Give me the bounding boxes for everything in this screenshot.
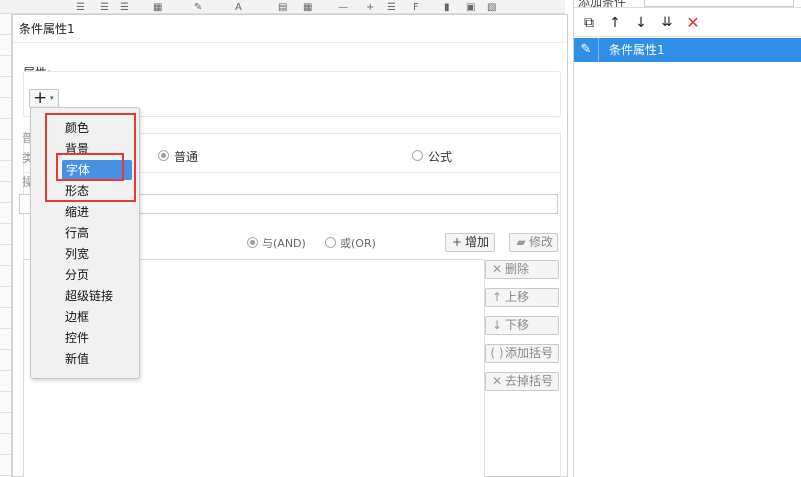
menu-item-8[interactable]: 分页 bbox=[61, 265, 131, 285]
menu-item-9[interactable]: 超级链接 bbox=[61, 286, 131, 306]
type-formula-label: 公式 bbox=[428, 150, 453, 164]
condition-item-name: 条件属性1 bbox=[609, 43, 665, 57]
move-up-button[interactable]: ↑ 上移 bbox=[485, 288, 559, 307]
menu-item-10[interactable]: 边框 bbox=[61, 307, 131, 327]
minus-icon[interactable]: — bbox=[338, 3, 348, 13]
panel-header-field[interactable] bbox=[644, 0, 794, 7]
list-icon[interactable]: ☰ bbox=[387, 3, 396, 13]
top-toolbar-strip: ☰ ☰ ☰ ▦ ✎ A ▤ ▦ — + ☰ F ▮ ▣ ▧ bbox=[0, 0, 565, 14]
type-formula-radio[interactable] bbox=[412, 150, 423, 161]
logic-and-label: 与(AND) bbox=[262, 237, 306, 250]
brush-icon[interactable]: ✎ bbox=[194, 3, 202, 13]
chevron-down-icon: ▾ bbox=[50, 94, 54, 102]
arrow-down-icon: ↓ bbox=[491, 318, 503, 332]
font-color-icon[interactable]: A bbox=[235, 3, 242, 13]
menu-item-3[interactable]: 字体 bbox=[62, 160, 132, 180]
align-left-icon[interactable]: ☰ bbox=[76, 3, 85, 13]
delete-condition-button[interactable]: ✕ 删除 bbox=[485, 260, 559, 279]
add-property-button[interactable]: + ▾ bbox=[29, 88, 59, 108]
condition-list-item[interactable]: ✎ 条件属性1 bbox=[574, 38, 801, 62]
menu-item-2[interactable]: 背景 bbox=[61, 139, 131, 159]
type-normal-radio[interactable] bbox=[158, 150, 169, 161]
menu-item-6[interactable]: 行高 bbox=[61, 223, 131, 243]
logic-and-radio[interactable] bbox=[247, 237, 258, 248]
remove-bracket-icon: ✕ bbox=[491, 374, 503, 388]
add-condition-button[interactable]: + 增加 bbox=[445, 233, 495, 252]
menu-item-4[interactable]: 形态 bbox=[61, 181, 131, 201]
table-grid-icon[interactable]: ▦ bbox=[303, 3, 312, 13]
modify-condition-button[interactable]: ▰ 修改 bbox=[509, 233, 558, 252]
copy-icon[interactable]: ⧉ bbox=[580, 14, 598, 32]
close-icon: ✕ bbox=[491, 262, 503, 276]
plus-icon: + bbox=[33, 88, 48, 108]
menu-item-11[interactable]: 控件 bbox=[61, 328, 131, 348]
edit-icon: ▰ bbox=[516, 235, 526, 249]
plus-icon[interactable]: + bbox=[366, 3, 374, 13]
bracket-icon: ( ) bbox=[490, 346, 504, 360]
menu-item-5[interactable]: 缩进 bbox=[61, 202, 131, 222]
menu-item-1[interactable]: 颜色 bbox=[61, 118, 131, 138]
arrow-up-icon: ↑ bbox=[491, 290, 503, 304]
chart-icon[interactable]: ▮ bbox=[444, 3, 450, 13]
arrow-down-icon[interactable]: ↓ bbox=[632, 14, 650, 32]
spreadsheet-grid-edge bbox=[0, 14, 12, 477]
plus-icon: + bbox=[451, 235, 463, 249]
move-down-button[interactable]: ↓ 下移 bbox=[485, 316, 559, 335]
remove-bracket-button[interactable]: ✕ 去掉括号 bbox=[485, 372, 559, 391]
panel-header-label: 添加条件 bbox=[578, 0, 627, 8]
logic-or-label: 或(OR) bbox=[340, 237, 376, 250]
property-dropdown-menu: 颜色 背景 字体 形态 缩进 行高 列宽 分页 超级链接 边框 控件 新值 bbox=[30, 107, 140, 379]
move-bottom-icon[interactable]: ⇊ bbox=[658, 14, 676, 32]
panel-toolbar: ⧉ ↑ ↓ ⇊ ✕ bbox=[574, 9, 801, 37]
export-icon[interactable]: ▧ bbox=[487, 3, 496, 13]
arrow-up-icon[interactable]: ↑ bbox=[606, 14, 624, 32]
pencil-icon[interactable]: ✎ bbox=[574, 38, 599, 62]
image-icon[interactable]: ▣ bbox=[466, 3, 475, 13]
type-normal-label: 普通 bbox=[174, 150, 199, 164]
table-icon[interactable]: ▤ bbox=[278, 3, 287, 13]
panel-header: 添加条件 bbox=[574, 0, 801, 8]
logic-or-radio[interactable] bbox=[325, 237, 336, 248]
function-icon[interactable]: F bbox=[413, 3, 419, 13]
grid-icon[interactable]: ▦ bbox=[153, 3, 162, 13]
close-icon[interactable]: ✕ bbox=[684, 14, 702, 32]
dialog-title: 条件属性1 bbox=[13, 15, 567, 43]
add-bracket-button[interactable]: ( ) 添加括号 bbox=[485, 344, 559, 363]
align-right-icon[interactable]: ☰ bbox=[120, 3, 129, 13]
align-center-icon[interactable]: ☰ bbox=[100, 3, 109, 13]
menu-item-12[interactable]: 新值 bbox=[61, 349, 131, 369]
menu-item-7[interactable]: 列宽 bbox=[61, 244, 131, 264]
condition-list-panel: 添加条件 ⧉ ↑ ↓ ⇊ ✕ ✎ 条件属性1 bbox=[573, 0, 801, 477]
